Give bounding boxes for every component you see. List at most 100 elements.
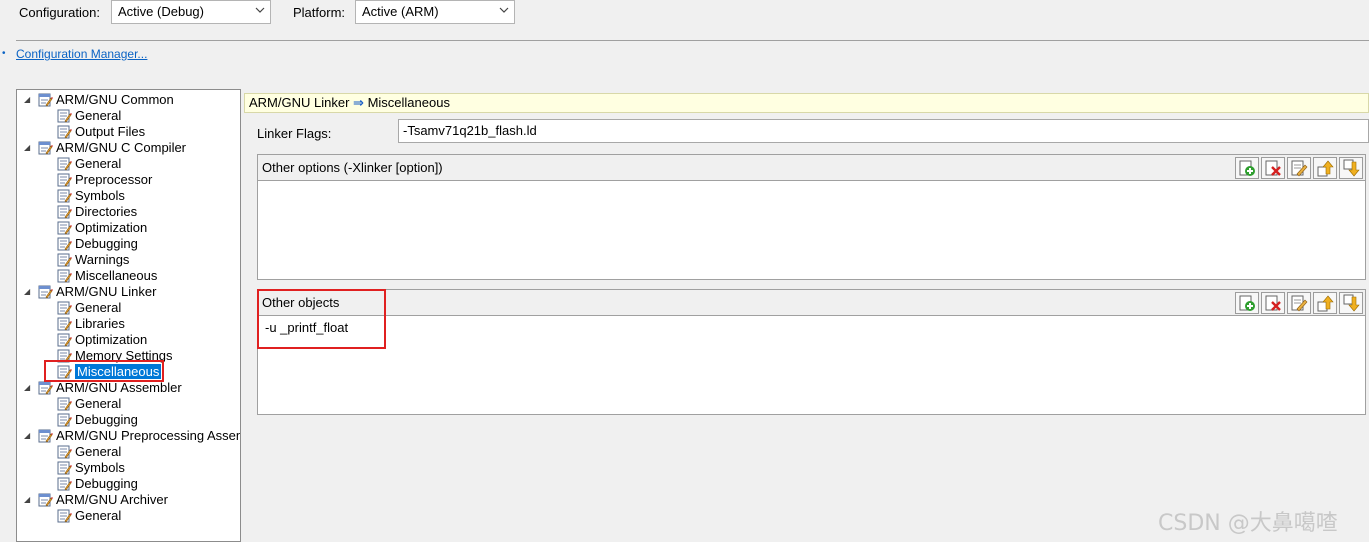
configuration-select[interactable]: Active (Debug): [111, 0, 271, 24]
property-page-icon: [38, 93, 53, 107]
other-options-toolbar: [1235, 157, 1363, 179]
property-page-icon: [57, 189, 72, 203]
property-page-icon: [57, 157, 72, 171]
tree-item-label: Preprocessor: [75, 172, 153, 187]
tree-group[interactable]: ◢ ARM/GNU C Compiler: [24, 140, 186, 156]
bullet-icon: •: [2, 48, 6, 59]
breadcrumb: ARM/GNU Linker ⇒ Miscellaneous: [244, 93, 1369, 113]
property-page-icon: [57, 125, 72, 139]
property-page-icon: [38, 493, 53, 507]
tree-item[interactable]: Debugging: [57, 476, 138, 492]
tree-group[interactable]: ◢ ARM/GNU Archiver: [24, 492, 168, 508]
breadcrumb-page: Miscellaneous: [367, 95, 450, 110]
property-page-icon: [57, 445, 72, 459]
delete-item-button[interactable]: [1261, 157, 1285, 179]
tree-group[interactable]: ◢ ARM/GNU Assembler: [24, 380, 182, 396]
move-down-button[interactable]: [1339, 292, 1363, 314]
property-page-icon: [57, 413, 72, 427]
move-up-button[interactable]: [1313, 157, 1337, 179]
tree-item[interactable]: General: [57, 396, 121, 412]
tree-item[interactable]: Directories: [57, 204, 137, 220]
tree-item-label: General: [75, 444, 122, 459]
tree-item[interactable]: Debugging: [57, 412, 138, 428]
property-page-icon: [57, 301, 72, 315]
arrow-right-icon: ⇒: [353, 95, 364, 110]
collapse-triangle-icon[interactable]: ◢: [24, 380, 33, 396]
collapse-triangle-icon[interactable]: ◢: [24, 92, 33, 108]
move-down-icon: [1342, 294, 1360, 312]
edit-item-button[interactable]: [1287, 292, 1311, 314]
tree-item[interactable]: Symbols: [57, 460, 125, 476]
tree-item-label: General: [75, 300, 122, 315]
move-down-button[interactable]: [1339, 157, 1363, 179]
property-page-icon: [57, 461, 72, 475]
tree-item[interactable]: Symbols: [57, 188, 125, 204]
chevron-down-icon: [499, 7, 509, 13]
tree-group-label: ARM/GNU Archiver: [56, 492, 168, 507]
tree-group[interactable]: ◢ ARM/GNU Preprocessing Assem: [24, 428, 241, 444]
edit-item-button[interactable]: [1287, 157, 1311, 179]
tree-group-label: ARM/GNU Preprocessing Assem: [56, 428, 241, 443]
other-options-list[interactable]: [258, 181, 1365, 277]
platform-label: Platform:: [293, 5, 346, 20]
other-objects-list[interactable]: -u _printf_float: [258, 316, 1365, 412]
tree-item[interactable]: General: [57, 156, 121, 172]
tree-item[interactable]: Libraries: [57, 316, 125, 332]
add-item-icon: [1238, 159, 1256, 177]
collapse-triangle-icon[interactable]: ◢: [24, 140, 33, 156]
move-up-button[interactable]: [1313, 292, 1337, 314]
property-page-icon: [57, 109, 72, 123]
property-page-icon: [57, 397, 72, 411]
tree-item-label: Debugging: [75, 236, 138, 251]
tree-item[interactable]: Output Files: [57, 124, 145, 140]
tree-item[interactable]: Optimization: [57, 332, 147, 348]
tree-item[interactable]: General: [57, 444, 121, 460]
property-page-icon: [57, 205, 72, 219]
tree-group[interactable]: ◢ ARM/GNU Linker: [24, 284, 156, 300]
tree-item[interactable]: Debugging: [57, 236, 138, 252]
property-page-icon: [57, 317, 72, 331]
highlight-box-selected-item: [44, 360, 164, 382]
linker-flags-label: Linker Flags:: [257, 126, 332, 141]
tree-item-label: Libraries: [75, 316, 125, 331]
tree-item[interactable]: General: [57, 508, 121, 524]
tree-item[interactable]: General: [57, 300, 121, 316]
delete-item-button[interactable]: [1261, 292, 1285, 314]
property-page-icon: [57, 173, 72, 187]
tree-item[interactable]: Preprocessor: [57, 172, 152, 188]
tree-item[interactable]: General: [57, 108, 121, 124]
collapse-triangle-icon[interactable]: ◢: [24, 492, 33, 508]
other-options-title: Other options (-Xlinker [option]): [262, 160, 443, 175]
tree-group-label: ARM/GNU Assembler: [56, 380, 182, 395]
property-page-icon: [57, 221, 72, 235]
tree-item[interactable]: Warnings: [57, 252, 129, 268]
tree-item-label: General: [75, 156, 122, 171]
linker-flags-input[interactable]: -Tsamv71q21b_flash.ld: [398, 119, 1369, 143]
tree-item-label: Optimization: [75, 220, 148, 235]
tree-group-label: ARM/GNU Common: [56, 92, 174, 107]
tree-item[interactable]: Miscellaneous: [57, 268, 157, 284]
other-options-header: Other options (-Xlinker [option]): [258, 155, 1365, 181]
breadcrumb-section: ARM/GNU Linker: [249, 95, 350, 110]
move-up-icon: [1316, 294, 1334, 312]
tree-group[interactable]: ◢ ARM/GNU Common: [24, 92, 174, 108]
platform-select[interactable]: Active (ARM): [355, 0, 515, 24]
configuration-manager-link[interactable]: Configuration Manager...: [16, 47, 147, 61]
list-item[interactable]: -u _printf_float: [258, 316, 1365, 339]
add-item-button[interactable]: [1235, 292, 1259, 314]
property-page-icon: [38, 381, 53, 395]
property-page-icon: [57, 237, 72, 251]
tree-item-label: Debugging: [75, 412, 138, 427]
edit-item-icon: [1290, 159, 1308, 177]
highlight-box-other-objects: [257, 289, 386, 349]
tree-group-label: ARM/GNU C Compiler: [56, 140, 187, 155]
collapse-triangle-icon[interactable]: ◢: [24, 284, 33, 300]
tree-item[interactable]: Optimization: [57, 220, 147, 236]
property-page-icon: [38, 429, 53, 443]
platform-value: Active (ARM): [362, 4, 439, 19]
property-page-icon: [38, 141, 53, 155]
collapse-triangle-icon[interactable]: ◢: [24, 428, 33, 444]
property-page-icon: [57, 269, 72, 283]
add-item-button[interactable]: [1235, 157, 1259, 179]
property-page-icon: [57, 333, 72, 347]
